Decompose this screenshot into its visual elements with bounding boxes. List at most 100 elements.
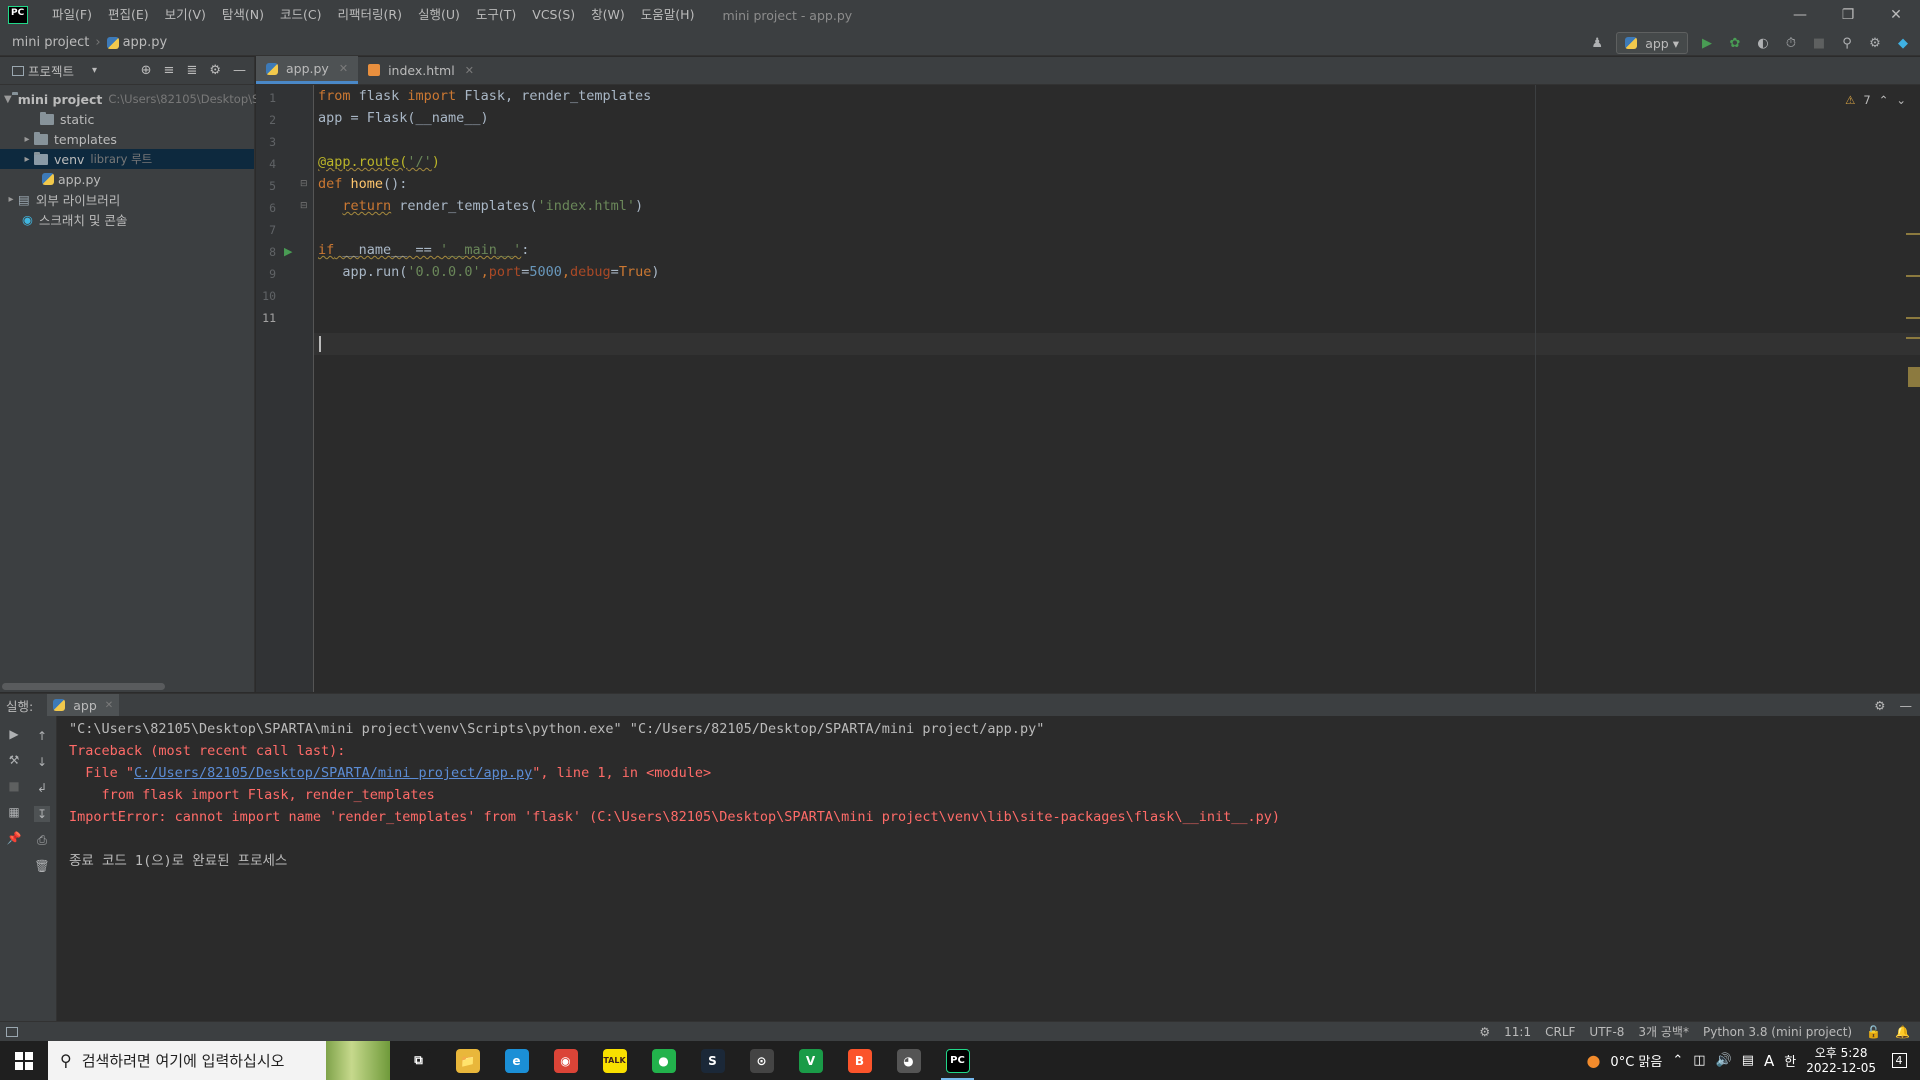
taskbar-app-overwatch[interactable]: ⊙ bbox=[737, 1041, 786, 1080]
tab-index-html[interactable]: index.html ✕ bbox=[358, 56, 484, 84]
soft-wrap-icon[interactable]: ↲ bbox=[34, 780, 50, 796]
menu-file[interactable]: 파일(F) bbox=[44, 0, 100, 30]
tree-item-scratches[interactable]: ◉ 스크래치 및 콘솔 bbox=[0, 209, 254, 229]
taskbar-app-task-view[interactable]: ⧉ bbox=[394, 1041, 443, 1080]
network-icon[interactable]: ▤ bbox=[1742, 1053, 1754, 1068]
menu-vcs[interactable]: VCS(S) bbox=[524, 0, 583, 30]
inspection-widget[interactable]: ⚠ 7 ⌃ ⌄ bbox=[1845, 93, 1906, 107]
taskbar-app-kakaotalk[interactable]: TALK bbox=[590, 1041, 639, 1080]
ime-mode[interactable]: A bbox=[1764, 1052, 1774, 1070]
volume-icon[interactable]: 🔊 bbox=[1716, 1053, 1732, 1068]
run-icon[interactable]: ▶ bbox=[1698, 34, 1716, 52]
run-tab[interactable]: app ✕ bbox=[47, 694, 120, 716]
scroll-warning-marker[interactable] bbox=[1906, 233, 1920, 235]
breadcrumb-file[interactable]: app.py bbox=[123, 35, 168, 50]
menu-view[interactable]: 보기(V) bbox=[157, 0, 214, 30]
fold-icon[interactable]: ⊟ bbox=[300, 201, 308, 211]
hide-icon[interactable]: — bbox=[1900, 698, 1913, 713]
tree-item-templates[interactable]: ▸ templates bbox=[0, 129, 254, 149]
rerun-icon[interactable]: ▶ bbox=[6, 726, 22, 742]
sync-icon[interactable]: ⚙ bbox=[1479, 1025, 1490, 1039]
restore-icon[interactable]: ❐ bbox=[1824, 0, 1872, 30]
language-indicator[interactable]: 한 bbox=[1784, 1051, 1796, 1070]
scroll-warning-marker[interactable] bbox=[1906, 275, 1920, 277]
arrow-up-icon[interactable]: ↑ bbox=[34, 728, 50, 744]
chevron-right-icon[interactable]: ▸ bbox=[4, 194, 18, 205]
layout-icon[interactable]: ▦ bbox=[6, 804, 22, 820]
device-icon[interactable]: ◫ bbox=[1693, 1053, 1705, 1068]
coverage-icon[interactable]: ◐ bbox=[1754, 34, 1772, 52]
pin-icon[interactable]: 📌 bbox=[6, 830, 22, 846]
tool-windows-icon[interactable] bbox=[6, 1026, 18, 1037]
gear-icon[interactable]: ⚙ bbox=[209, 63, 221, 78]
menu-help[interactable]: 도움말(H) bbox=[633, 0, 703, 30]
locate-icon[interactable]: ⊕ bbox=[141, 63, 152, 78]
fold-icon[interactable]: ⊟ bbox=[300, 179, 308, 189]
menu-code[interactable]: 코드(C) bbox=[272, 0, 329, 30]
caret-position[interactable]: 11:1 bbox=[1504, 1025, 1531, 1039]
tree-item-external-libraries[interactable]: ▸ ▤ 외부 라이브러리 bbox=[0, 189, 254, 209]
taskbar-app-app-panda[interactable]: ◕ bbox=[884, 1041, 933, 1080]
profile-icon[interactable]: ⏱ bbox=[1782, 34, 1800, 52]
bell-icon[interactable]: 🔔 bbox=[1895, 1025, 1910, 1039]
menu-navigate[interactable]: 탐색(N) bbox=[214, 0, 272, 30]
chevron-right-icon[interactable]: ▸ bbox=[20, 154, 34, 165]
chevron-down-icon[interactable]: ▼ bbox=[4, 94, 12, 105]
user-icon[interactable]: ♟ bbox=[1588, 34, 1606, 52]
chevron-right-icon[interactable]: ▸ bbox=[20, 134, 34, 145]
menu-refactor[interactable]: 리팩터링(R) bbox=[330, 0, 410, 30]
horizontal-scrollbar[interactable] bbox=[2, 683, 165, 690]
pycharm-logo-icon[interactable]: PC bbox=[8, 6, 28, 24]
tree-item-app-py[interactable]: app.py bbox=[0, 169, 254, 189]
taskbar-app-pycharm[interactable]: PC bbox=[933, 1041, 982, 1080]
taskbar-app-line[interactable]: ● bbox=[639, 1041, 688, 1080]
search-icon[interactable]: ⚲ bbox=[1838, 34, 1856, 52]
taskbar-app-edge[interactable]: e bbox=[492, 1041, 541, 1080]
scroll-to-end-icon[interactable]: ↧ bbox=[34, 806, 50, 822]
file-encoding[interactable]: UTF-8 bbox=[1589, 1025, 1624, 1039]
tree-item-root[interactable]: ▼ mini project C:\Users\82105\Desktop\SP… bbox=[0, 89, 367, 109]
menu-window[interactable]: 창(W) bbox=[583, 0, 633, 30]
clock[interactable]: 오후 5:28 2022-12-05 bbox=[1806, 1046, 1876, 1076]
code-area[interactable]: from flask import Flask, render_template… bbox=[318, 85, 1858, 692]
taskbar-app-file-explorer[interactable]: 📁 bbox=[443, 1041, 492, 1080]
gear-icon[interactable]: ⚙ bbox=[1866, 34, 1884, 52]
gear-icon[interactable]: ⚙ bbox=[1874, 698, 1885, 713]
taskbar-app-chrome[interactable]: ◉ bbox=[541, 1041, 590, 1080]
close-icon[interactable]: ✕ bbox=[105, 700, 113, 711]
hide-icon[interactable]: — bbox=[233, 63, 246, 78]
lock-icon[interactable]: 🔓 bbox=[1866, 1025, 1881, 1039]
weather-icon[interactable]: ● bbox=[1586, 1051, 1600, 1070]
print-icon[interactable]: ⎙ bbox=[34, 832, 50, 848]
close-icon[interactable]: ✕ bbox=[465, 64, 474, 77]
scroll-warning-marker[interactable] bbox=[1906, 337, 1920, 339]
expand-all-icon[interactable]: ≡ bbox=[164, 63, 175, 78]
tree-item-venv[interactable]: ▸ venv library 루트 bbox=[0, 149, 254, 169]
arrow-down-icon[interactable]: ↓ bbox=[34, 754, 50, 770]
notification-center-icon[interactable]: 4 bbox=[1886, 1048, 1912, 1074]
taskbar-app-vim[interactable]: V bbox=[786, 1041, 835, 1080]
python-interpreter[interactable]: Python 3.8 (mini project) bbox=[1703, 1025, 1852, 1039]
stop-icon[interactable]: ■ bbox=[1810, 34, 1828, 52]
breadcrumb-project[interactable]: mini project bbox=[12, 35, 89, 50]
menu-edit[interactable]: 편집(E) bbox=[100, 0, 157, 30]
scroll-thumb[interactable] bbox=[1908, 367, 1920, 387]
indent-setting[interactable]: 3개 공백* bbox=[1638, 1023, 1689, 1040]
run-config-select[interactable]: app ▾ bbox=[1616, 32, 1688, 54]
jetbrains-space-icon[interactable]: ◆ bbox=[1894, 34, 1912, 52]
collapse-all-icon[interactable]: ≣ bbox=[186, 63, 197, 78]
close-icon[interactable]: ✕ bbox=[1872, 0, 1920, 30]
tree-item-static[interactable]: static bbox=[0, 109, 254, 129]
taskbar-app-brave[interactable]: B bbox=[835, 1041, 884, 1080]
project-panel-title[interactable]: 프로젝트 bbox=[28, 61, 74, 80]
chevron-down-icon[interactable]: ▾ bbox=[92, 65, 97, 76]
tab-app-py[interactable]: app.py ✕ bbox=[256, 56, 359, 84]
menu-tools[interactable]: 도구(T) bbox=[468, 0, 524, 30]
close-icon[interactable]: ✕ bbox=[339, 62, 348, 75]
console-output[interactable]: "C:\Users\82105\Desktop\SPARTA\mini proj… bbox=[69, 716, 1909, 1022]
stop-icon[interactable]: ■ bbox=[6, 778, 22, 794]
trash-icon[interactable]: 🗑 bbox=[34, 858, 50, 874]
start-button[interactable] bbox=[0, 1041, 48, 1080]
chevron-down-icon[interactable]: ⌄ bbox=[1896, 93, 1906, 107]
line-separator[interactable]: CRLF bbox=[1545, 1025, 1575, 1039]
